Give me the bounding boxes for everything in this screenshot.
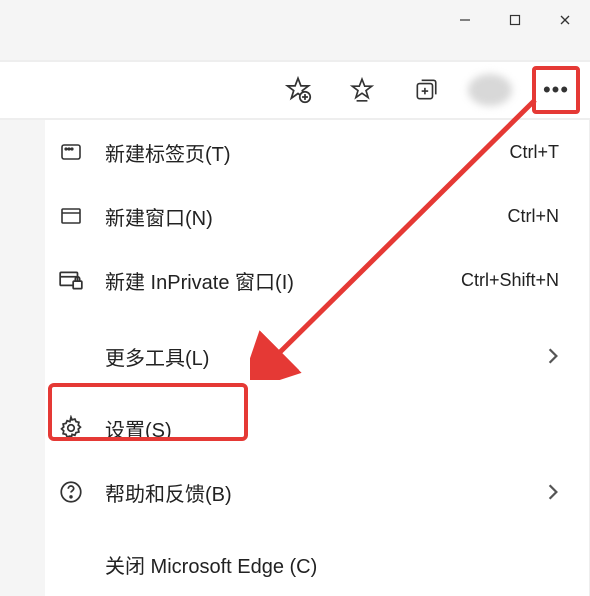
menu-settings[interactable]: 设置(S) bbox=[45, 396, 589, 460]
tab-icon bbox=[57, 138, 85, 166]
menu-label: 设置(S) bbox=[105, 414, 559, 443]
menu-new-tab[interactable]: 新建标签页(T) Ctrl+T bbox=[45, 120, 589, 184]
add-favorite-icon[interactable] bbox=[276, 68, 320, 112]
favorites-icon[interactable] bbox=[340, 68, 384, 112]
menu-new-inprivate[interactable]: 新建 InPrivate 窗口(I) Ctrl+Shift+N bbox=[45, 248, 589, 312]
chevron-right-icon bbox=[547, 347, 559, 365]
collections-icon[interactable] bbox=[404, 68, 448, 112]
window-icon bbox=[57, 202, 85, 230]
menu-label: 新建标签页(T) bbox=[105, 138, 510, 167]
menu-label: 新建窗口(N) bbox=[105, 202, 507, 231]
menu-label: 新建 InPrivate 窗口(I) bbox=[105, 266, 461, 295]
menu-help[interactable]: 帮助和反馈(B) bbox=[45, 460, 589, 524]
more-menu-button[interactable]: ••• bbox=[532, 66, 580, 114]
more-icon: ••• bbox=[543, 77, 569, 103]
menu-shortcut: Ctrl+T bbox=[510, 142, 560, 163]
menu-new-window[interactable]: 新建窗口(N) Ctrl+N bbox=[45, 184, 589, 248]
settings-dropdown: 新建标签页(T) Ctrl+T 新建窗口(N) Ctrl+N 新建 InPriv… bbox=[45, 120, 590, 596]
profile-avatar[interactable] bbox=[468, 74, 512, 106]
menu-label: 关闭 Microsoft Edge (C) bbox=[105, 550, 559, 579]
minimize-button[interactable] bbox=[440, 0, 490, 40]
menu-more-tools[interactable]: 更多工具(L) bbox=[45, 324, 589, 388]
maximize-button[interactable] bbox=[490, 0, 540, 40]
menu-shortcut: Ctrl+Shift+N bbox=[461, 270, 559, 291]
close-button[interactable] bbox=[540, 0, 590, 40]
menu-label: 帮助和反馈(B) bbox=[105, 478, 559, 507]
menu-shortcut: Ctrl+N bbox=[507, 206, 559, 227]
gear-icon bbox=[57, 414, 85, 442]
inprivate-icon bbox=[57, 266, 85, 294]
window-controls bbox=[440, 0, 590, 40]
menu-label: 更多工具(L) bbox=[105, 342, 559, 371]
help-icon bbox=[57, 478, 85, 506]
toolbar: ••• bbox=[0, 60, 590, 120]
chevron-right-icon bbox=[547, 483, 559, 501]
menu-close-edge[interactable]: 关闭 Microsoft Edge (C) bbox=[45, 532, 589, 596]
